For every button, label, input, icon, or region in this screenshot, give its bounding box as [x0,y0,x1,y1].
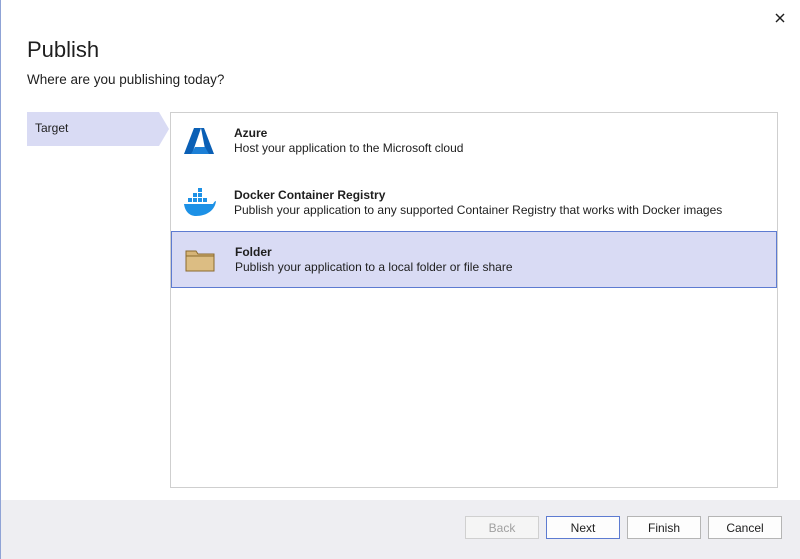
docker-icon [183,188,217,218]
target-option-docker[interactable]: Docker Container Registry Publish your a… [171,175,777,231]
sidebar-item-target[interactable]: Target [27,112,169,146]
sidebar: Target [27,112,169,146]
target-option-azure[interactable]: Azure Host your application to the Micro… [171,113,777,169]
page-title: Publish [27,37,100,62]
publish-dialog: Publish Where are you publishing today? … [0,0,800,559]
page-subtitle: Where are you publishing today? [27,72,225,87]
azure-icon [183,126,217,156]
folder-icon [184,245,218,275]
back-button[interactable]: Back [465,516,539,539]
close-icon [775,13,785,23]
close-button[interactable] [772,10,788,26]
target-description: Host your application to the Microsoft c… [234,141,464,155]
target-description: Publish your application to a local fold… [235,260,513,274]
sidebar-item-label: Target [35,121,69,135]
next-button[interactable]: Next [546,516,620,539]
target-option-folder[interactable]: Folder Publish your application to a loc… [171,231,777,288]
target-list: Azure Host your application to the Micro… [170,112,778,488]
finish-button[interactable]: Finish [627,516,701,539]
target-name: Docker Container Registry [234,188,386,202]
dialog-footer: Back Next Finish Cancel [1,500,800,559]
target-name: Folder [235,245,272,259]
cancel-button[interactable]: Cancel [708,516,782,539]
target-description: Publish your application to any supporte… [234,203,723,217]
target-name: Azure [234,126,268,140]
